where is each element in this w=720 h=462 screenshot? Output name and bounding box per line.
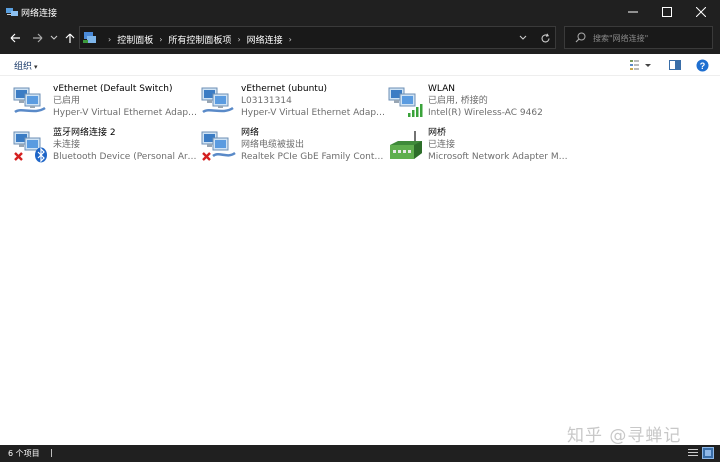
connection-device: Microsoft Network Adapter Multiplexor Dr… (428, 152, 573, 162)
ethernet-disconnected-icon (201, 131, 236, 161)
connection-device: Bluetooth Device (Personal Area Network) (53, 152, 198, 162)
connection-item-wlan[interactable]: WLAN 已启用, 桥接的 Intel(R) Wireless-AC 9462 (388, 83, 573, 123)
connection-name: vEthernet (Default Switch) (53, 84, 173, 94)
connection-status: 未连接 (53, 140, 81, 150)
connection-text: 网桥 已连接 Microsoft Network Adapter Multipl… (428, 127, 573, 163)
address-history-button[interactable] (516, 31, 530, 45)
refresh-icon (540, 33, 550, 42)
forward-button[interactable] (30, 31, 44, 45)
large-icons-view-icon[interactable] (702, 447, 714, 459)
bluetooth-adapter-icon (13, 131, 47, 163)
breadcrumb-item-network-connections[interactable]: 网络连接 (247, 33, 283, 46)
arrow-left-icon (10, 33, 20, 43)
maximize-button[interactable] (650, 0, 684, 24)
address-bar[interactable]: › 控制面板 › 所有控制面板项 › 网络连接 › (79, 26, 556, 49)
connection-status: 已启用 (53, 96, 81, 106)
connection-text: 蓝牙网络连接 2 未连接 Bluetooth Device (Personal … (53, 127, 198, 163)
network-bridge-icon (390, 131, 422, 159)
connection-name: 网络 (241, 128, 260, 138)
breadcrumb-separator[interactable]: › (289, 35, 292, 44)
status-bar: 6 个项目 | (0, 445, 720, 462)
up-button[interactable] (63, 31, 77, 45)
connection-item-ubuntu[interactable]: vEthernet (ubuntu) L03131314 Hyper-V Vir… (201, 83, 386, 123)
refresh-button[interactable] (538, 31, 552, 45)
preview-pane-button[interactable] (668, 58, 682, 72)
close-icon (696, 7, 706, 17)
search-placeholder: 搜索"网络连接" (593, 34, 649, 43)
status-divider: | (50, 448, 53, 457)
arrow-right-icon (32, 33, 42, 43)
connection-text: WLAN 已启用, 桥接的 Intel(R) Wireless-AC 9462 (428, 83, 573, 119)
search-icon (575, 32, 586, 43)
breadcrumb: › 控制面板 › 所有控制面板项 › 网络连接 › (108, 33, 298, 46)
back-button[interactable] (8, 31, 22, 45)
minimize-icon (628, 11, 638, 13)
network-adapter-icon (201, 87, 234, 114)
connection-item-bridge[interactable]: 网桥 已连接 Microsoft Network Adapter Multipl… (388, 127, 573, 167)
arrow-up-icon (65, 33, 75, 43)
connection-name: WLAN (428, 84, 456, 94)
breadcrumb-item-all-items[interactable]: 所有控制面板项 (168, 33, 231, 46)
connection-device: Realtek PCIe GbE Family Controller (241, 152, 386, 162)
search-box[interactable]: 搜索"网络连接" (564, 26, 713, 49)
connection-text: vEthernet (ubuntu) L03131314 Hyper-V Vir… (241, 83, 386, 119)
help-button[interactable]: ? (695, 58, 709, 72)
view-options-icon (630, 60, 651, 70)
connection-text: 网络 网络电缆被拔出 Realtek PCIe GbE Family Contr… (241, 127, 386, 163)
window-title: 网络连接 (21, 9, 58, 19)
command-bar: 组织 ▾ ? (0, 54, 720, 76)
change-view-button[interactable] (628, 58, 652, 72)
connection-name: 蓝牙网络连接 2 (53, 128, 116, 138)
recent-locations-button[interactable] (47, 31, 61, 45)
connection-device: Intel(R) Wireless-AC 9462 (428, 108, 543, 118)
connection-item-default-switch[interactable]: vEthernet (Default Switch) 已启用 Hyper-V V… (13, 83, 198, 123)
wifi-adapter-icon (388, 87, 423, 117)
minimize-button[interactable] (616, 0, 650, 24)
connection-item-ethernet[interactable]: 网络 网络电缆被拔出 Realtek PCIe GbE Family Contr… (201, 127, 386, 167)
chevron-down-icon (50, 35, 58, 40)
connection-status: 网络电缆被拔出 (241, 140, 305, 150)
organize-label: 组织 (14, 62, 33, 72)
details-view-icon[interactable] (687, 447, 699, 459)
organize-menu[interactable]: 组织 ▾ (14, 59, 38, 72)
help-icon: ? (696, 59, 708, 71)
item-count: 6 个项目 (8, 449, 40, 458)
network-connections-app-icon (6, 8, 18, 16)
breadcrumb-separator[interactable]: › (237, 35, 240, 44)
breadcrumb-separator[interactable]: › (108, 35, 111, 44)
svg-text:?: ? (699, 60, 705, 70)
close-button[interactable] (684, 0, 718, 24)
maximize-icon (662, 7, 672, 17)
connection-status: 已启用, 桥接的 (428, 96, 488, 106)
connection-device: Hyper-V Virtual Ethernet Adapter #2 (241, 108, 386, 118)
connection-item-bluetooth[interactable]: 蓝牙网络连接 2 未连接 Bluetooth Device (Personal … (13, 127, 198, 167)
connection-text: vEthernet (Default Switch) 已启用 Hyper-V V… (53, 83, 198, 119)
control-panel-icon (83, 32, 96, 43)
content-pane: 组织 ▾ ? vEthernet (Default Switch) 已启用 Hy… (0, 54, 720, 445)
chevron-down-icon (519, 35, 527, 40)
connection-device: Hyper-V Virtual Ethernet Adapter (53, 108, 198, 118)
preview-pane-icon (669, 60, 681, 70)
connection-status: 已连接 (428, 140, 456, 150)
watermark-text: 知乎 @寻蝉记 (567, 426, 682, 446)
breadcrumb-separator[interactable]: › (159, 35, 162, 44)
connection-name: 网桥 (428, 128, 447, 138)
connection-name: vEthernet (ubuntu) (241, 84, 328, 94)
network-adapter-icon (13, 87, 46, 114)
title-bar: 网络连接 (0, 0, 720, 24)
connection-status: L03131314 (241, 96, 292, 106)
breadcrumb-item-control-panel[interactable]: 控制面板 (117, 33, 153, 46)
caret-down-icon: ▾ (34, 63, 38, 71)
